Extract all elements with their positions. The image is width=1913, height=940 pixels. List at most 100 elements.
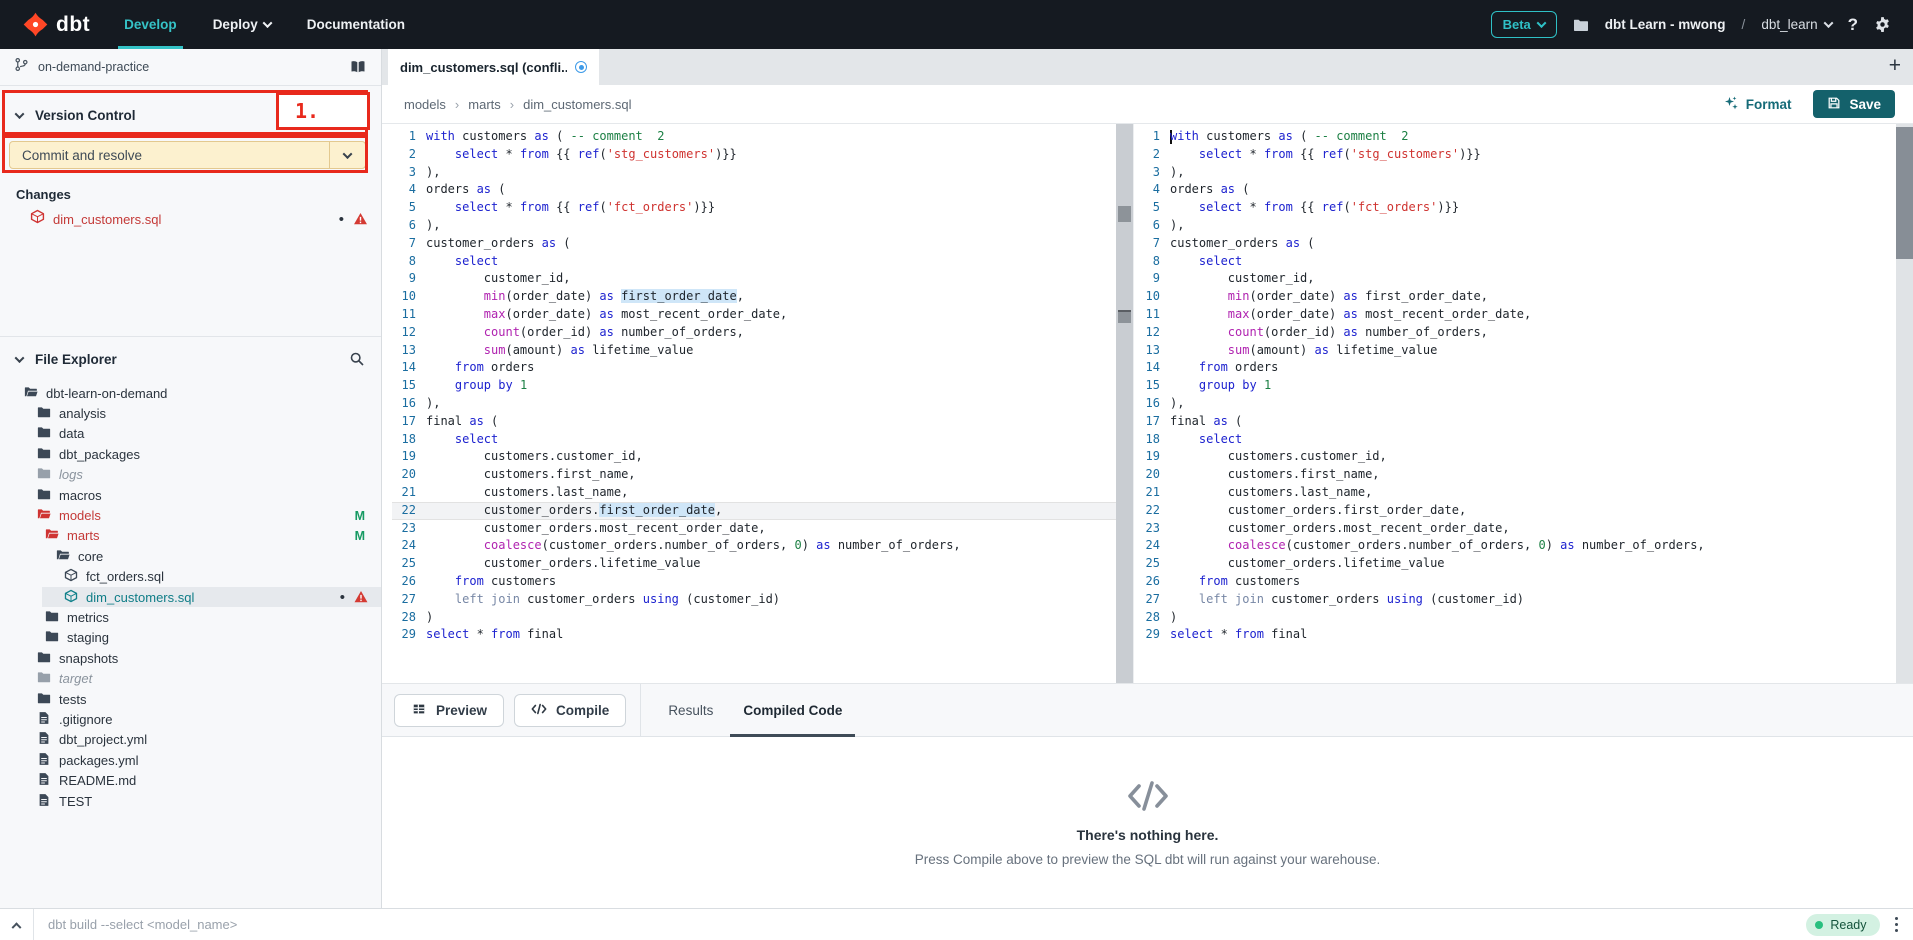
git-branch-icon [14, 57, 29, 77]
folder-open-icon [56, 548, 70, 565]
file-icon [37, 711, 51, 728]
code-line-4: 4orders as ( [392, 181, 1133, 199]
tree-item-logs[interactable]: logs [0, 465, 381, 485]
folder-icon [37, 425, 51, 442]
tree-item-packages.yml[interactable]: packages.yml [0, 750, 381, 770]
tree-item-metrics[interactable]: metrics [0, 607, 381, 627]
branch-row[interactable]: on-demand-practice [0, 49, 381, 86]
code-line-17: 17final as ( [392, 413, 1133, 431]
warning-icon [353, 212, 368, 226]
scrollbar-thumb[interactable] [1896, 127, 1913, 259]
scrollbar-thumb[interactable] [1118, 206, 1131, 222]
tab-dim-customers-sql[interactable]: dim_customers.sql (confli... [388, 49, 599, 85]
right-pane-scrollbar[interactable] [1896, 124, 1913, 683]
results-tab-label: Results [668, 703, 713, 718]
nav-right: Beta dbt Learn - mwong / dbt_learn ? [1491, 0, 1913, 49]
editor-pane-left[interactable]: 1with customers as ( -- comment 22 selec… [382, 124, 1133, 683]
annotation-step-label: 1. [276, 92, 370, 130]
tree-item-snapshots[interactable]: snapshots [0, 648, 381, 668]
line-number: 18 [1136, 431, 1170, 449]
tree-item-tests[interactable]: tests [0, 689, 381, 709]
tree-item-.gitignore[interactable]: .gitignore [0, 709, 381, 729]
commit-dropdown-toggle[interactable] [329, 142, 365, 168]
tree-item-TEST[interactable]: TEST [0, 791, 381, 811]
line-number: 25 [1136, 555, 1170, 573]
nav-item-documentation[interactable]: Documentation [307, 0, 405, 49]
file-explorer-section: File Explorer dbt-learn-on-demand analysi… [0, 336, 381, 908]
line-number: 3 [392, 164, 426, 182]
tree-item-models[interactable]: modelsM [0, 505, 381, 525]
status-badge[interactable]: Ready [1806, 914, 1879, 936]
kebab-menu-icon[interactable] [1893, 915, 1901, 935]
changed-file-dim_customers.sql[interactable]: dim_customers.sql• [0, 208, 381, 230]
tree-item-analysis[interactable]: analysis [0, 403, 381, 423]
line-number: 28 [1136, 609, 1170, 627]
commit-and-resolve-button[interactable]: Commit and resolve [9, 141, 366, 169]
tree-item-label: fct_orders.sql [86, 569, 164, 584]
nav-item-deploy[interactable]: Deploy [213, 0, 271, 49]
line-number: 1 [1136, 128, 1170, 146]
code-line-15: 15 group by 1 [1136, 377, 1913, 395]
search-icon[interactable] [349, 351, 365, 367]
tree-item-dbt-learn-on-demand[interactable]: dbt-learn-on-demand [0, 383, 381, 403]
tree-item-dim_customers.sql[interactable]: dim_customers.sql• [0, 587, 381, 607]
compiled-code-tab-label: Compiled Code [743, 703, 842, 718]
scrollbar-thumb[interactable] [1118, 310, 1131, 323]
tree-item-data[interactable]: data [0, 424, 381, 444]
help-icon[interactable]: ? [1848, 15, 1858, 35]
code-line-14: 14 from orders [392, 359, 1133, 377]
dbt-logo[interactable]: dbt [0, 0, 124, 49]
environment-dropdown[interactable]: dbt_learn [1761, 17, 1831, 32]
tree-item-macros[interactable]: macros [0, 485, 381, 505]
tree-item-label: macros [59, 488, 102, 503]
tree-item-dbt_project.yml[interactable]: dbt_project.yml [0, 730, 381, 750]
project-name[interactable]: dbt Learn - mwong [1605, 17, 1726, 32]
code-line-9: 9 customer_id, [392, 270, 1133, 288]
save-button[interactable]: Save [1813, 90, 1895, 118]
new-tab-button[interactable]: + [1889, 55, 1901, 76]
command-input[interactable] [34, 917, 1806, 932]
compile-button[interactable]: Compile [514, 694, 626, 727]
code-line-5: 5 select * from {{ ref('fct_orders')}} [1136, 199, 1913, 217]
code-line-22: 22 customer_orders.first_order_date, [392, 502, 1133, 520]
code-line-17: 17final as ( [1136, 413, 1913, 431]
tab-compiled-code[interactable]: Compiled Code [728, 684, 857, 736]
tree-item-staging[interactable]: staging [0, 628, 381, 648]
chevron-down-icon [15, 109, 25, 119]
file-explorer-header[interactable]: File Explorer [0, 337, 381, 381]
left-pane-scrollbar[interactable] [1116, 124, 1133, 683]
tree-item-README.md[interactable]: README.md [0, 770, 381, 790]
tree-item-label: dbt-learn-on-demand [46, 386, 167, 401]
collapse-panel-button[interactable] [0, 921, 33, 928]
code-line-26: 26 from customers [392, 573, 1133, 591]
table-icon [411, 702, 427, 719]
docs-book-icon[interactable] [349, 59, 367, 75]
breadcrumb-marts[interactable]: marts [468, 97, 501, 112]
preview-button[interactable]: Preview [394, 694, 504, 727]
folder-icon [45, 609, 59, 626]
folder-icon [37, 650, 51, 667]
editor-pane-right[interactable]: 1with customers as ( -- comment 22 selec… [1133, 124, 1913, 683]
tree-item-core[interactable]: core [0, 546, 381, 566]
tree-item-dbt_packages[interactable]: dbt_packages [0, 444, 381, 464]
breadcrumb-file[interactable]: dim_customers.sql [523, 97, 631, 112]
line-number: 12 [1136, 324, 1170, 342]
line-number: 18 [392, 431, 426, 449]
breadcrumb-models[interactable]: models [404, 97, 446, 112]
tree-item-fct_orders.sql[interactable]: fct_orders.sql [0, 567, 381, 587]
code-line-1: 1with customers as ( -- comment 2 [1136, 128, 1913, 146]
line-number: 22 [392, 502, 426, 520]
gear-icon[interactable] [1874, 16, 1891, 33]
tree-item-target[interactable]: target [0, 668, 381, 688]
tree-item-label: metrics [67, 610, 109, 625]
code-line-23: 23 customer_orders.most_recent_order_dat… [392, 520, 1133, 538]
tree-item-label: packages.yml [59, 753, 138, 768]
tab-results[interactable]: Results [653, 684, 728, 736]
nav-deploy-label: Deploy [213, 17, 258, 32]
nav-item-develop[interactable]: Develop [124, 0, 177, 49]
beta-dropdown[interactable]: Beta [1491, 11, 1557, 38]
tree-item-marts[interactable]: martsM [0, 526, 381, 546]
code-line-9: 9 customer_id, [1136, 270, 1913, 288]
line-number: 3 [1136, 164, 1170, 182]
format-button[interactable]: Format [1723, 95, 1792, 114]
